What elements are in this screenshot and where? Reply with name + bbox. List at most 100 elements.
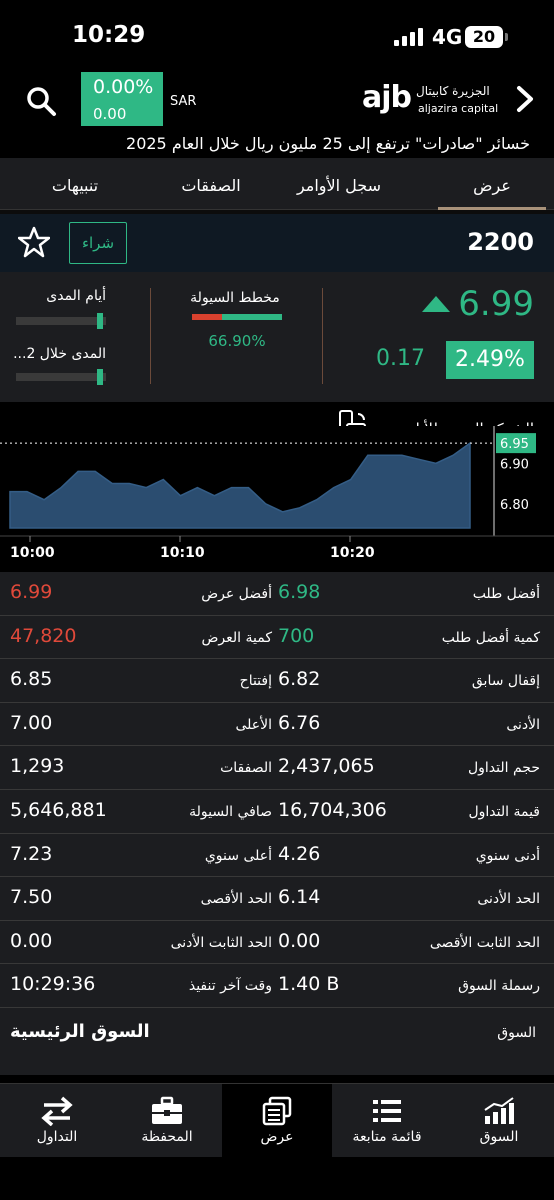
y-tick-label: 6.95 — [500, 437, 529, 452]
x-tick-label: 10:20 — [330, 545, 375, 561]
app-header: 0.00% 0.00 SAR ajb الجزيرة كابيتال aljaz… — [0, 72, 554, 158]
star-icon[interactable] — [18, 226, 50, 258]
stat-cell: كمية أفضل طلب 700 — [278, 616, 548, 660]
liquidity-pct: 66.90% — [208, 332, 266, 350]
price-chart: الشركة العربية للأنابيب 6.806.906.9510:0… — [0, 400, 554, 574]
chart-icon — [484, 1097, 514, 1124]
y-tick-label: 6.90 — [500, 457, 529, 472]
transfer-icon — [41, 1096, 73, 1126]
nav-market[interactable]: السوق — [444, 1084, 554, 1158]
stat-value: 0.00 — [278, 929, 321, 952]
stat-value: 6.85 — [10, 668, 53, 691]
divider — [322, 288, 323, 384]
stat-cell: الحد الثابت الأقصى 0.00 — [278, 921, 548, 965]
market-row: السوق السوق الرئيسية — [0, 1007, 554, 1051]
stat-label: الحد الثابت الأدنى — [170, 934, 272, 951]
stat-label: الحد الأدنى — [477, 891, 540, 908]
stat-value: 0.00 — [10, 929, 53, 952]
stat-value: 4.26 — [278, 842, 321, 865]
stat-cell: الحد الأدنى 6.14 — [278, 877, 548, 921]
stat-label: الحد الثابت الأقصى — [429, 934, 540, 951]
price-change-box: 0.00% 0.00 — [81, 72, 163, 126]
stat-cell: أعلى سنوي 7.23 — [10, 834, 280, 878]
stat-label: أفضل عرض — [201, 586, 272, 602]
nav-view[interactable]: عرض — [222, 1084, 332, 1158]
symbol-code: 2200 — [467, 228, 534, 256]
chart-canvas[interactable]: 6.80 6.90 6.95 10:00 10:10 10:20 — [0, 426, 554, 574]
stats-row: أدنى سنوي 4.26 أعلى سنوي 7.23 — [0, 834, 554, 878]
change-abs: 0.17 — [376, 346, 425, 371]
stats-row: قيمة التداول 16,704,306 صافي السيولة 5,646,… — [0, 790, 554, 834]
news-ticker[interactable]: خسائر "صادرات" ترتفع إلى 25 مليون ريال خ… — [0, 134, 554, 153]
stat-value: 7.00 — [10, 711, 53, 734]
stat-value: 16,704,306 — [278, 799, 387, 821]
stat-label: أدنى سنوي — [475, 847, 540, 864]
nav-portfolio[interactable]: المحفظة — [112, 1084, 222, 1158]
nav-trading[interactable]: التداول — [2, 1084, 112, 1158]
range-panel: أيام المدى المدى خلال 2... — [0, 272, 152, 400]
battery-icon: 20 — [465, 26, 503, 48]
stat-cell: أفضل طلب 6.98 — [278, 572, 548, 616]
range-2-bar — [16, 369, 106, 385]
logo-arabic: الجزيرة كابيتال — [416, 84, 490, 98]
network-type: 4G — [432, 25, 463, 49]
logo-english: aljazira capital — [418, 102, 499, 115]
stat-cell: إقفال سابق 6.82 — [278, 659, 548, 703]
stat-cell: إفتتاح 6.85 — [10, 659, 280, 703]
tab-trades[interactable]: الصفقات — [156, 158, 266, 210]
tab-alerts[interactable]: تنبيهات — [20, 158, 130, 210]
days-range-bar — [16, 313, 106, 329]
stat-cell: قيمة التداول 16,704,306 — [278, 790, 548, 834]
search-icon[interactable] — [24, 84, 60, 120]
tab-bar: عرض سجل الأوامر الصفقات تنبيهات — [0, 158, 554, 210]
days-range-label: أيام المدى — [46, 288, 106, 304]
stat-label: أفضل طلب — [472, 586, 540, 602]
stat-label: أعلى سنوي — [204, 847, 272, 864]
stats-row: الأدنى 6.76 الأعلى 7.00 — [0, 703, 554, 747]
range-2-label: المدى خلال 2... — [13, 346, 106, 362]
liquidity-label: مخطط السيولة — [190, 290, 280, 306]
symbol-bar: شراء 2200 — [0, 210, 554, 272]
days-range-thumb — [96, 313, 103, 329]
stats-row: إقفال سابق 6.82 إفتتاح 6.85 — [0, 659, 554, 703]
stat-value: 2,437,065 — [278, 755, 375, 778]
stat-cell: الحد الثابت الأدنى 0.00 — [10, 921, 280, 965]
stat-label: الأعلى — [235, 716, 272, 733]
stat-value: 1.40 B — [278, 973, 340, 996]
price-change-pct: 0.00% — [93, 76, 154, 98]
stats-row: الحد الأدنى 6.14 الحد الأقصى 7.50 — [0, 877, 554, 921]
tab-order-book[interactable]: سجل الأوامر — [274, 158, 404, 210]
stat-label: الصفقات — [220, 760, 272, 777]
change-pct-badge: 2.49% — [446, 341, 534, 379]
stat-label: إفتتاح — [239, 673, 272, 690]
nav-label: التداول — [36, 1129, 78, 1145]
stat-label: وقت آخر تنفيذ — [188, 978, 272, 995]
nav-watchlist[interactable]: قائمة متابعة — [332, 1084, 442, 1158]
buy-button[interactable]: شراء — [69, 222, 127, 264]
stat-cell: وقت آخر تنفيذ 10:29:36 — [10, 964, 280, 1008]
chevron-right-icon[interactable] — [512, 84, 538, 114]
briefcase-icon — [152, 1096, 182, 1124]
home-indicator-area — [0, 1157, 554, 1200]
stat-label: كمية أفضل طلب — [441, 629, 540, 646]
status-bar: 10:29 4G 20 — [0, 0, 554, 72]
stat-cell: صافي السيولة 5,646,881 — [10, 790, 280, 834]
last-price: 6.99 — [458, 284, 534, 324]
aljazira-logo: ajb الجزيرة كابيتال aljazira capital — [362, 78, 498, 122]
stat-value: 47,820 — [10, 624, 77, 647]
stat-value: 6.98 — [278, 581, 321, 603]
liquidity-outflow — [192, 314, 222, 320]
stat-cell: حجم التداول 2,437,065 — [278, 746, 548, 790]
stat-value: 10:29:36 — [10, 973, 96, 996]
stats-table: السوق السوق الرئيسية أفضل طلب 6.98 أفضل عر… — [0, 572, 554, 1075]
stat-label: كمية العرض — [201, 629, 273, 646]
stat-cell: الأعلى 7.00 — [10, 703, 280, 747]
stat-value: 1,293 — [10, 755, 65, 778]
tab-view[interactable]: عرض — [438, 158, 546, 210]
currency-label: SAR — [170, 94, 197, 109]
stat-cell: الحد الأقصى 7.50 — [10, 877, 280, 921]
chart-time-axis — [0, 536, 554, 574]
stat-value: 7.23 — [10, 842, 53, 865]
stats-row: كمية أفضل طلب 700 كمية العرض 47,820 — [0, 616, 554, 660]
price-change-abs: 0.00 — [93, 105, 127, 123]
